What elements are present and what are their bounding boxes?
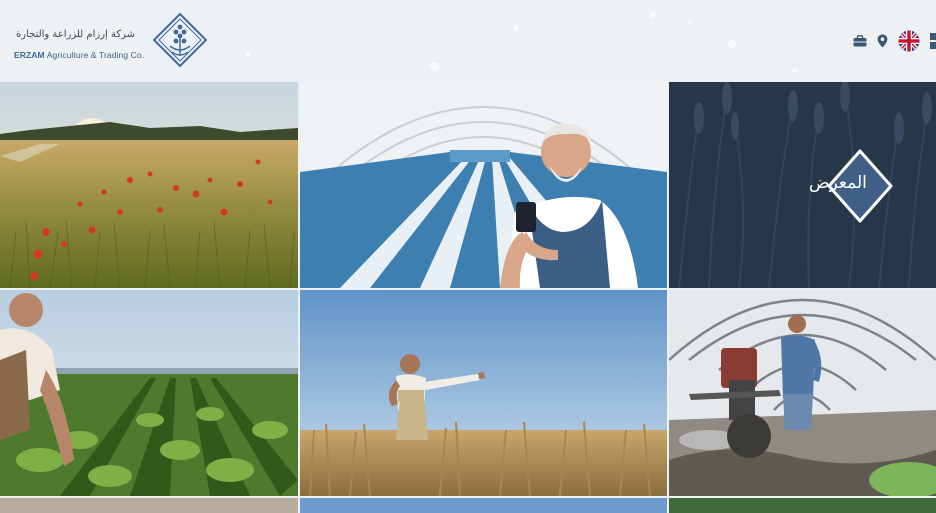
menu-icon[interactable] bbox=[930, 33, 936, 49]
tile-row3-2[interactable] bbox=[300, 498, 667, 513]
tile-poppy-field[interactable] bbox=[0, 82, 298, 288]
dark-wheat-background bbox=[669, 82, 936, 288]
tile-row3-3[interactable] bbox=[669, 498, 936, 513]
farmer-wheat-image bbox=[300, 290, 667, 496]
brand-text: شركة إرزام للزراعة والتجارة ERZAM Agricu… bbox=[14, 21, 144, 60]
page: شركة إرزام للزراعة والتجارة ERZAM Agricu… bbox=[0, 0, 936, 513]
header-actions bbox=[843, 30, 936, 52]
brand-name-en-rest: Agriculture & Trading Co. bbox=[44, 49, 145, 60]
tile-farmer-crop-rows[interactable] bbox=[0, 290, 298, 496]
uk-flag-icon[interactable] bbox=[898, 30, 920, 52]
photo-grid: المعرض bbox=[0, 82, 936, 513]
greenhouse-tiller-image bbox=[669, 290, 936, 496]
briefcase-icon[interactable] bbox=[853, 35, 867, 47]
tile-row3-1[interactable] bbox=[0, 498, 298, 513]
tile-greenhouse-farmer-phone[interactable] bbox=[300, 82, 667, 288]
tile-greenhouse-tiller[interactable] bbox=[669, 290, 936, 496]
brand-logo[interactable]: شركة إرزام للزراعة والتجارة ERZAM Agricu… bbox=[14, 12, 208, 68]
farmer-crops-image bbox=[0, 290, 298, 496]
brand-name-ar: شركة إرزام للزراعة والتجارة bbox=[16, 28, 136, 40]
tile-farmer-wheat-field[interactable] bbox=[300, 290, 667, 496]
site-header: شركة إرزام للزراعة والتجارة ERZAM Agricu… bbox=[0, 0, 936, 82]
greenhouse-farmer-image bbox=[300, 82, 667, 288]
brand-emblem-icon bbox=[152, 12, 208, 68]
brand-name-en-strong: ERZAM bbox=[14, 49, 45, 60]
tile-gallery[interactable]: المعرض bbox=[669, 82, 936, 288]
poppy-field-image bbox=[0, 82, 298, 288]
location-pin-icon[interactable] bbox=[877, 34, 888, 48]
brand-name-en: ERZAM Agriculture & Trading Co. bbox=[14, 50, 144, 60]
gallery-label: المعرض bbox=[809, 173, 867, 193]
